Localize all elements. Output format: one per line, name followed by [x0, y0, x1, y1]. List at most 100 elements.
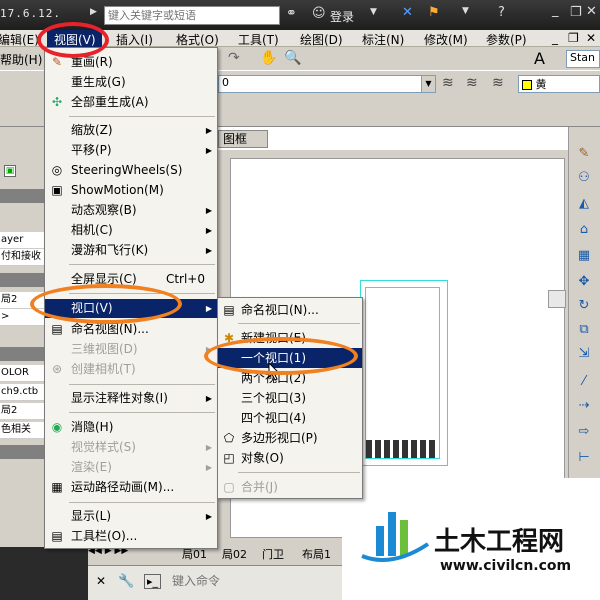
menu-regen-all[interactable]: ✣ 全部重生成(A): [45, 93, 217, 112]
menu-hide[interactable]: ◉ 消隐(H): [45, 418, 217, 437]
menu-steeringwheels[interactable]: ◎ SteeringWheels(S): [45, 161, 217, 180]
layer-previous-icon[interactable]: ≋: [466, 75, 478, 91]
menu-display[interactable]: 显示(L) ▶: [45, 507, 217, 526]
menu-walk-fly-label: 漫游和飞行(K): [71, 243, 149, 257]
cmd-close-icon[interactable]: ✕: [96, 574, 106, 588]
wrench-icon[interactable]: 🔧: [118, 574, 134, 589]
steeringwheel-icon: ◎: [51, 163, 63, 177]
doc-restore-icon[interactable]: ❐: [568, 31, 579, 45]
menu-visual-styles-label: 视觉样式(S): [71, 440, 136, 454]
tab-gate[interactable]: 门卫: [262, 546, 284, 562]
rotate-icon[interactable]: ↻: [575, 297, 593, 315]
tab-layout-02[interactable]: 局02: [222, 546, 247, 562]
text-style-value: Stan: [570, 51, 596, 64]
trim-icon[interactable]: ⁄: [575, 373, 593, 391]
close-icon[interactable]: ✕: [586, 4, 597, 19]
array-icon[interactable]: ▦: [575, 247, 593, 265]
menu-3d-views[interactable]: 三维视图(D) ▶: [45, 340, 217, 359]
menu-object-viewport[interactable]: ◰ 对象(O): [218, 448, 362, 468]
doc-minimize-icon[interactable]: _: [552, 31, 558, 45]
pan-icon[interactable]: ✋: [260, 50, 277, 66]
menu-showmotion[interactable]: ▣ ShowMotion(M): [45, 181, 217, 200]
search-input[interactable]: [105, 7, 279, 24]
menu-tools[interactable]: 工具(T): [238, 31, 279, 48]
offset-icon[interactable]: ⌂: [575, 221, 593, 239]
color-swatch-icon: [522, 80, 532, 90]
submenu-arrow-icon: ▶: [205, 126, 212, 135]
mirror-icon[interactable]: ◭: [575, 195, 593, 213]
viewport-border-inner[interactable]: [365, 287, 440, 459]
play-icon[interactable]: ▶: [90, 7, 97, 17]
tab-layout-1[interactable]: 布局1: [302, 546, 331, 562]
menu-format[interactable]: 格式(O): [176, 31, 219, 48]
menu-zoom[interactable]: 缩放(Z) ▶: [45, 121, 217, 140]
menu-render[interactable]: 渲染(E) ▶: [45, 458, 217, 477]
layer-match-icon[interactable]: ≋: [492, 75, 504, 91]
menu-polygonal-viewport[interactable]: ⬠ 多边形视口(P): [218, 428, 362, 448]
menu-three-viewports[interactable]: 三个视口(3): [218, 388, 362, 408]
submenu-arrow-icon: ▶: [205, 246, 212, 255]
extend-icon[interactable]: ⇢: [575, 397, 593, 415]
menu-create-camera[interactable]: ⊛ 创建相机(T): [45, 360, 217, 379]
menu-join[interactable]: ▢ 合并(J): [218, 477, 362, 497]
panel-row-color: OLOR: [0, 365, 48, 382]
menu-toolbars[interactable]: ▤ 工具栏(O)...: [45, 527, 217, 546]
layer-combo[interactable]: 0 ▼: [218, 75, 436, 93]
redo-icon[interactable]: ↷: [228, 50, 240, 66]
erase-icon[interactable]: ✎: [575, 145, 593, 163]
menu-named-viewports-label: 命名视口(N)...: [241, 303, 319, 317]
help-icon[interactable]: ?: [498, 5, 505, 20]
menu-visual-styles[interactable]: 视觉样式(S) ▶: [45, 438, 217, 457]
chevron-down-icon[interactable]: ▼: [421, 76, 435, 92]
binoculars-icon[interactable]: ⚭: [286, 6, 297, 21]
menu-walk-fly[interactable]: 漫游和飞行(K) ▶: [45, 241, 217, 260]
dropdown-icon-2[interactable]: ▼: [462, 6, 469, 16]
menu-orbit[interactable]: 动态观察(B) ▶: [45, 201, 217, 220]
minimize-icon[interactable]: _: [552, 3, 559, 18]
drawing-tab[interactable]: 图框: [218, 130, 268, 148]
move-icon[interactable]: ✥: [575, 273, 593, 291]
join-viewport-icon: ▢: [223, 480, 235, 494]
menu-four-viewports[interactable]: 四个视口(4): [218, 408, 362, 428]
menu-annotative-objects[interactable]: 显示注释性对象(I) ▶: [45, 389, 217, 408]
break-icon[interactable]: ⇨: [575, 423, 593, 441]
menu-motion-path[interactable]: ▦ 运动路径动画(M)...: [45, 478, 217, 497]
menu-hide-label: 消隐(H): [71, 420, 114, 434]
user-icon[interactable]: ☺: [312, 6, 326, 21]
menu-pan[interactable]: 平移(P) ▶: [45, 141, 217, 160]
login-link[interactable]: 登录: [330, 8, 354, 25]
doc-close-icon[interactable]: ✕: [586, 31, 596, 45]
panel-toggle-icon[interactable]: ▣: [4, 165, 16, 177]
menu-named-viewports[interactable]: ▤ 命名视口(N)...: [218, 300, 362, 320]
menu-edit[interactable]: 编辑(E): [0, 31, 39, 48]
color-value: 黄: [535, 78, 547, 91]
color-combo[interactable]: 黄: [518, 75, 600, 93]
submenu-arrow-icon: ▶: [205, 512, 212, 521]
text-style-icon[interactable]: A: [534, 49, 545, 68]
scale-icon[interactable]: ⧉: [575, 321, 593, 339]
restore-icon[interactable]: ❐: [570, 5, 582, 20]
scroll-thumb[interactable]: [548, 290, 566, 308]
menu-regen[interactable]: 重生成(G): [45, 73, 217, 92]
cmd-prompt-icon[interactable]: ▸_: [144, 574, 162, 589]
exchange-icon[interactable]: ✕: [402, 5, 413, 20]
search-box[interactable]: [104, 6, 280, 25]
menu-modify[interactable]: 修改(M): [424, 31, 468, 48]
stretch-icon[interactable]: ⇲: [575, 345, 593, 363]
text-style-combo[interactable]: Stan: [566, 50, 600, 68]
app-store-icon[interactable]: ⚑: [428, 5, 440, 20]
zoom-realtime-icon[interactable]: 🔍: [284, 50, 301, 66]
menu-camera[interactable]: 相机(C) ▶: [45, 221, 217, 240]
menu-help[interactable]: 帮助(H): [0, 51, 42, 68]
menu-parameters[interactable]: 参数(P): [486, 31, 527, 48]
copy-icon[interactable]: ⚇: [575, 169, 593, 187]
menu-four-viewports-label: 四个视口(4): [241, 411, 306, 425]
dropdown-icon[interactable]: ▼: [370, 7, 377, 17]
menu-insert[interactable]: 插入(I): [116, 31, 153, 48]
menu-toolbars-label: 工具栏(O)...: [71, 529, 138, 543]
menu-join-label: 合并(J): [241, 480, 278, 494]
join-icon[interactable]: ⊢: [575, 449, 593, 467]
layer-state-icon[interactable]: ≋: [442, 75, 454, 91]
menu-dimension[interactable]: 标注(N): [362, 31, 404, 48]
menu-draw[interactable]: 绘图(D): [300, 31, 343, 48]
